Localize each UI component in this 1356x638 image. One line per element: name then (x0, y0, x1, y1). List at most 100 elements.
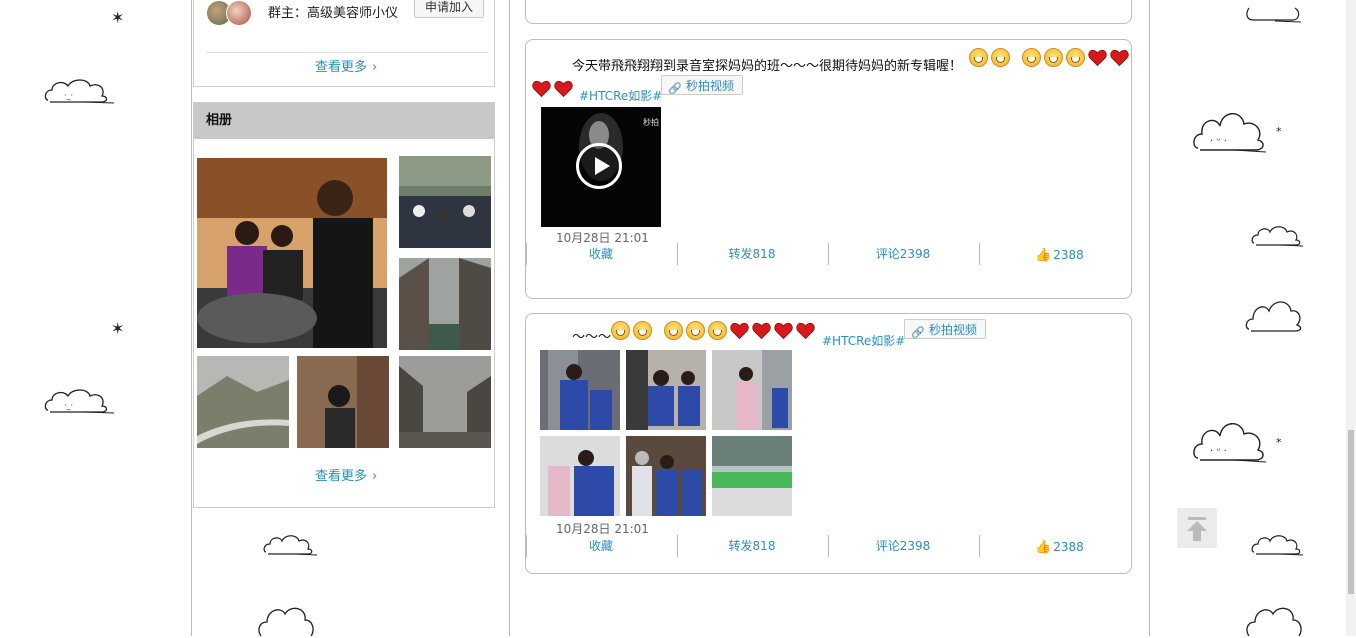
album-photo[interactable] (399, 258, 491, 350)
post-text: ～～～ (572, 330, 612, 345)
see-more-label: 查看更多 (315, 60, 368, 75)
cloud-decoration: · ᵕ · (1192, 104, 1268, 154)
feed-card: 今天带飛飛翔翔到录音室探妈妈的班～～～很期待妈妈的新专辑喔！ #HTCRe如影#… (525, 39, 1132, 299)
thumbs-up-icon: 👍 (1035, 540, 1052, 555)
grid-photo[interactable] (626, 436, 706, 516)
like-count: 2388 (1053, 540, 1084, 554)
svg-text:·_·: ·_· (64, 91, 73, 100)
cloud-decoration (1245, 0, 1303, 24)
star-decoration: * (1276, 436, 1282, 449)
grin-emoji-icon (686, 321, 705, 340)
back-to-top-button[interactable] (1177, 508, 1217, 548)
album-title: 相册 (194, 103, 494, 139)
avatar[interactable] (226, 0, 252, 26)
scrollbar-thumb[interactable] (1348, 430, 1354, 594)
like-button[interactable]: 👍 2388 (1035, 540, 1084, 555)
star-decoration: * (1276, 125, 1282, 138)
group-see-more-link[interactable]: 查看更多 › (315, 56, 377, 75)
group-owner: 群主：高级美容师小仪 (268, 6, 399, 21)
video-thumbnail[interactable]: 秒拍 (541, 107, 661, 227)
collect-button[interactable]: 收藏 (526, 243, 676, 265)
album-photo[interactable] (399, 356, 491, 448)
grin-emoji-icon (708, 321, 727, 340)
cloud-decoration (1251, 533, 1305, 557)
album-see-more-link[interactable]: 查看更多 › (315, 465, 377, 484)
cloud-decoration: ·_· (44, 76, 116, 106)
heart-icon (796, 322, 815, 339)
heart-icon (730, 322, 749, 339)
photo-grid (538, 348, 798, 520)
cloud-decoration (263, 533, 319, 557)
grin-emoji-icon (991, 48, 1010, 67)
chevron-right-icon: › (372, 60, 378, 75)
heart-icon (774, 322, 793, 339)
divider (979, 535, 980, 557)
emoji-row (532, 80, 573, 98)
forward-button[interactable]: 转发818 (677, 243, 827, 265)
topic-link[interactable]: #HTCRe如影# (579, 87, 662, 104)
cloud-decoration (257, 604, 317, 638)
album-photo[interactable] (399, 156, 491, 248)
grin-emoji-icon (664, 321, 683, 340)
forward-button[interactable]: 转发818 (677, 535, 827, 557)
svg-text:· ᵕ ·: · ᵕ · (1210, 136, 1227, 147)
grin-emoji-icon (1044, 48, 1063, 67)
thumbs-up-icon: 👍 (1035, 248, 1052, 263)
group-avatars (206, 0, 266, 26)
emoji-row (611, 321, 815, 340)
grin-emoji-icon (1066, 48, 1085, 67)
emoji-row (969, 48, 1129, 67)
like-button[interactable]: 👍 2388 (1035, 248, 1084, 263)
cloud-decoration (1245, 295, 1303, 333)
star-decoration: ✶ (111, 319, 125, 338)
album-photo[interactable] (197, 158, 387, 348)
cloud-decoration: ·_· (44, 386, 116, 416)
column-divider (191, 0, 192, 636)
album-photo[interactable] (297, 356, 389, 448)
grid-photo[interactable] (540, 350, 620, 430)
apply-join-button[interactable]: 申请加入 (414, 0, 484, 18)
group-card: 群主：高级美容师小仪 申请加入 查看更多 › (193, 0, 495, 87)
heart-icon (554, 80, 573, 98)
scrollbar[interactable] (1346, 0, 1356, 636)
miaopai-video-button[interactable]: 🔗 秒拍视频 (904, 319, 987, 339)
column-divider (1149, 0, 1150, 636)
album-photo[interactable] (197, 356, 289, 448)
heart-icon (1088, 49, 1107, 66)
topic-link[interactable]: #HTCRe如影# (822, 332, 905, 349)
heart-icon (752, 322, 771, 339)
grin-emoji-icon (1022, 48, 1041, 67)
collect-button[interactable]: 收藏 (526, 535, 676, 557)
comment-button[interactable]: 评论2398 (828, 243, 978, 265)
column-divider (509, 0, 510, 636)
link-icon: 🔗 (668, 82, 682, 95)
feed-card (525, 0, 1132, 24)
link-icon: 🔗 (911, 326, 925, 339)
post-text: 今天带飛飛翔翔到录音室探妈妈的班～～～很期待妈妈的新专辑喔！ (572, 59, 963, 74)
grid-photo[interactable] (626, 350, 706, 430)
grid-photo[interactable] (712, 436, 792, 516)
grid-photo[interactable] (540, 436, 620, 516)
svg-text:秒拍: 秒拍 (643, 117, 659, 127)
album-section: 相册 查看更多 › (193, 102, 495, 508)
see-more-label: 查看更多 (315, 469, 368, 484)
heart-icon (1110, 49, 1129, 66)
cloud-decoration: · ᵕ · (1192, 414, 1268, 464)
svg-text:· ᵕ ·: · ᵕ · (1210, 446, 1227, 457)
comment-button[interactable]: 评论2398 (828, 535, 978, 557)
grin-emoji-icon (611, 321, 630, 340)
chevron-right-icon: › (372, 469, 378, 484)
star-decoration: ✶ (111, 8, 125, 27)
grin-emoji-icon (969, 48, 988, 67)
divider (979, 243, 980, 265)
divider (206, 52, 488, 53)
feed-card: ～～～ #HTCRe如影# 🔗 秒拍视频 10月28日 21:01 收藏 转发8… (525, 313, 1132, 574)
svg-text:·_·: ·_· (64, 401, 73, 410)
play-icon[interactable] (576, 143, 622, 189)
grin-emoji-icon (633, 321, 652, 340)
miaopai-video-button[interactable]: 🔗 秒拍视频 (661, 75, 744, 95)
miaopai-label: 秒拍视频 (686, 79, 735, 93)
grid-photo[interactable] (712, 350, 792, 430)
heart-icon (532, 80, 551, 98)
like-count: 2388 (1053, 248, 1084, 262)
